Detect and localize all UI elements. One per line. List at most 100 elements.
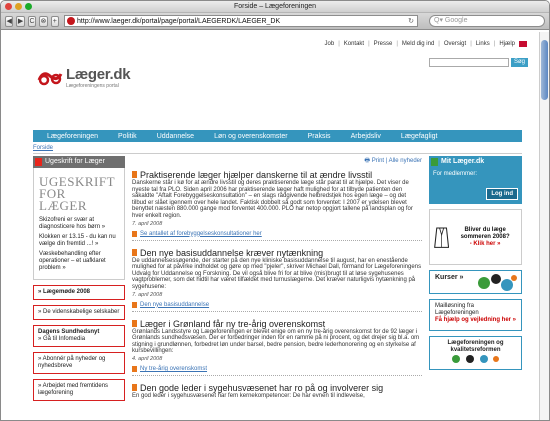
logo-tagline: Lægeforeningens portal xyxy=(66,83,119,89)
bullet-icon xyxy=(132,319,137,327)
mail-help-link[interactable]: Få hjælp og vejledning her » xyxy=(435,317,516,324)
toplink-meld[interactable]: Meld dig ind xyxy=(402,41,434,47)
article-title[interactable]: Læger i Grønland får ny tre-årig overens… xyxy=(140,319,325,329)
article-more-link[interactable]: Se antallet af forebyggelseskonsultation… xyxy=(132,230,422,237)
zoom-button[interactable] xyxy=(25,3,32,10)
toplink-links[interactable]: Links xyxy=(476,41,490,47)
ugeskrift-item[interactable]: Klokken er 13.15 - du kan nu vælge din f… xyxy=(39,234,119,248)
laegemoede-link[interactable]: » Lægemøde 2008 xyxy=(33,285,125,300)
sundhedsnyt-title: Dagens Sundhedsnyt xyxy=(38,329,100,335)
sundhedsnyt-box: Dagens Sundhedsnyt » Gå til Infomedia xyxy=(33,325,125,347)
right-column: Mit Læger.dk For medlemmer: Log ind Bliv… xyxy=(429,156,522,370)
divider xyxy=(33,153,522,154)
courses-ad[interactable]: Kurser » xyxy=(429,270,522,294)
nav-loen[interactable]: Løn og overenskomster xyxy=(214,133,288,140)
nav-laegefagligt[interactable]: Lægefagligt xyxy=(401,133,438,140)
article-body: En god leder i sygehusvæsenet har fem ke… xyxy=(132,392,365,399)
close-button[interactable] xyxy=(5,3,12,10)
mit-laeger-header: Mit Læger.dk xyxy=(429,156,522,168)
site-search-input[interactable] xyxy=(428,58,509,67)
scrollbar-thumb[interactable] xyxy=(541,40,548,100)
article-date: 7. april 2008 xyxy=(132,220,163,227)
title-bar: Forside – Lægeforeningen xyxy=(1,1,549,13)
url-text: http://www.laeger.dk/portal/page/portal/… xyxy=(77,17,281,25)
logo-brand: Læger.dk xyxy=(66,66,131,83)
article-title[interactable]: Den nye basisuddannelse kræver nytænknin… xyxy=(140,248,323,258)
vertical-scrollbar[interactable] xyxy=(539,32,549,420)
dots-graphic-icon xyxy=(451,355,499,363)
print-links[interactable]: 🖶 Print | Alle nyheder xyxy=(132,156,422,166)
article-more-link[interactable]: Den nye basisuddannelse xyxy=(132,301,422,308)
site-logo[interactable]: Læger.dk Lægeforeningens portal xyxy=(37,66,131,89)
left-column: Ugeskrift for Læger UGESKRIFT FOR LÆGER … xyxy=(33,156,125,401)
fremtid-link[interactable]: » Arbejdet med fremtidens lægeforening xyxy=(33,379,125,401)
article-date: 7. april 2008 xyxy=(132,291,163,298)
logo-icon xyxy=(37,71,63,85)
toplink-job[interactable]: Job xyxy=(325,41,335,47)
ad-link[interactable]: - Klik her » xyxy=(470,241,501,247)
address-bar[interactable]: http://www.laeger.dk/portal/page/portal/… xyxy=(64,15,419,27)
bullet-icon xyxy=(132,365,137,372)
bullet-icon xyxy=(132,248,137,256)
article-body: Grønlands Landsstyre og Lægeforeningen e… xyxy=(132,328,420,355)
nav-arbejdsliv[interactable]: Arbejdsliv xyxy=(351,133,381,140)
member-label: For medlemmer: xyxy=(433,171,478,177)
back-button[interactable]: ◀ xyxy=(5,15,14,27)
toplink-presse[interactable]: Presse xyxy=(374,41,393,47)
toplink-kontakt[interactable]: Kontakt xyxy=(344,41,364,47)
news-article: Læger i Grønland får ny tre-årig overens… xyxy=(132,319,422,376)
news-article: Praktiserende læger hjælper danskerne ti… xyxy=(132,170,422,241)
toplink-hjaelp[interactable]: Hjælp xyxy=(499,41,515,47)
article-title[interactable]: Praktiserende læger hjælper danskerne ti… xyxy=(140,170,372,180)
minimize-button[interactable] xyxy=(15,3,22,10)
dots-graphic-icon xyxy=(478,274,517,291)
bullet-icon xyxy=(132,171,137,178)
ad-text: Bliver du læge sommeren 2008? xyxy=(460,226,510,240)
article-body: Danskerne står i kø for at ændre livssti… xyxy=(132,180,413,219)
main-column: 🖶 Print | Alle nyheder Praktiserende læg… xyxy=(132,156,422,407)
nav-politik[interactable]: Politik xyxy=(118,133,137,140)
ugeskrift-box: UGESKRIFT FOR LÆGER Skizofreni er svær a… xyxy=(33,168,125,280)
favicon-icon xyxy=(67,17,76,25)
ugeskrift-item[interactable]: Væskebehandling efter operationer – et u… xyxy=(39,251,119,272)
stop-button[interactable]: ⊗ xyxy=(39,15,48,27)
refresh-icon[interactable]: ↻ xyxy=(408,17,414,25)
login-button[interactable]: Log ind xyxy=(486,188,518,200)
ugeskrift-logo[interactable]: UGESKRIFT FOR LÆGER xyxy=(39,175,119,212)
new-doctor-ad[interactable]: Bliver du læge sommeren 2008? - Klik her … xyxy=(429,209,522,265)
doctor-coat-icon xyxy=(434,227,450,248)
ugeskrift-item[interactable]: Skizofreni er svær at diagnosticere hos … xyxy=(39,217,119,231)
site-search: Søg xyxy=(428,58,528,67)
nav-laegeforeningen[interactable]: Lægeforeningen xyxy=(47,133,98,140)
article-body: De uddannelsessøgende, der starter på de… xyxy=(132,257,422,290)
breadcrumb[interactable]: Forside xyxy=(33,145,53,151)
nav-uddannelse[interactable]: Uddannelse xyxy=(157,133,194,140)
article-title[interactable]: Den gode leder i sygehusvæsenet har ro p… xyxy=(140,383,383,393)
selskaber-link[interactable]: » De videnskabelige selskaber xyxy=(33,305,125,320)
add-bookmark-button[interactable]: + xyxy=(50,15,60,27)
window-controls xyxy=(5,3,32,10)
news-article: Den nye basisuddannelse kræver nytænknin… xyxy=(132,248,422,312)
news-article: Den gode leder i sygehusvæsenet har ro p… xyxy=(132,383,422,400)
site-search-button[interactable]: Søg xyxy=(510,58,528,67)
article-more-link[interactable]: Ny tre-årig overenskomst xyxy=(132,365,422,372)
reload-button[interactable]: C xyxy=(27,15,37,27)
nav-praksis[interactable]: Praksis xyxy=(308,133,331,140)
english-flag-icon[interactable] xyxy=(519,41,527,47)
top-links: Job | Kontakt | Presse | Meld dig ind | Over… xyxy=(325,41,527,47)
browser-window: Forside – Lægeforeningen ◀ ▶ C ⊗ + http:… xyxy=(0,0,550,421)
browser-search-input[interactable]: Q▾ Google xyxy=(429,15,546,27)
bullet-icon xyxy=(132,301,137,308)
infomedia-link[interactable]: » Gå til Infomedia xyxy=(38,336,85,342)
bullet-icon xyxy=(132,383,137,391)
quality-reform-ad[interactable]: Lægeforeningen og kvalitetsreformen xyxy=(429,336,522,370)
print-icon: 🖶 xyxy=(364,158,371,164)
toplink-oversigt[interactable]: Oversigt xyxy=(444,41,466,47)
login-box: For medlemmer: Log ind xyxy=(429,168,522,204)
bullet-icon xyxy=(132,230,137,237)
mail-ad[interactable]: Mailløsning fra Lægeforeningen Få hjælp … xyxy=(429,299,522,331)
web-page: Job | Kontakt | Presse | Meld dig ind | Over… xyxy=(1,32,541,420)
forward-button[interactable]: ▶ xyxy=(16,15,25,27)
ugeskrift-header[interactable]: Ugeskrift for Læger xyxy=(33,156,125,168)
abonner-link[interactable]: » Abonnér på nyheder og nyhedsbreve xyxy=(33,352,125,374)
